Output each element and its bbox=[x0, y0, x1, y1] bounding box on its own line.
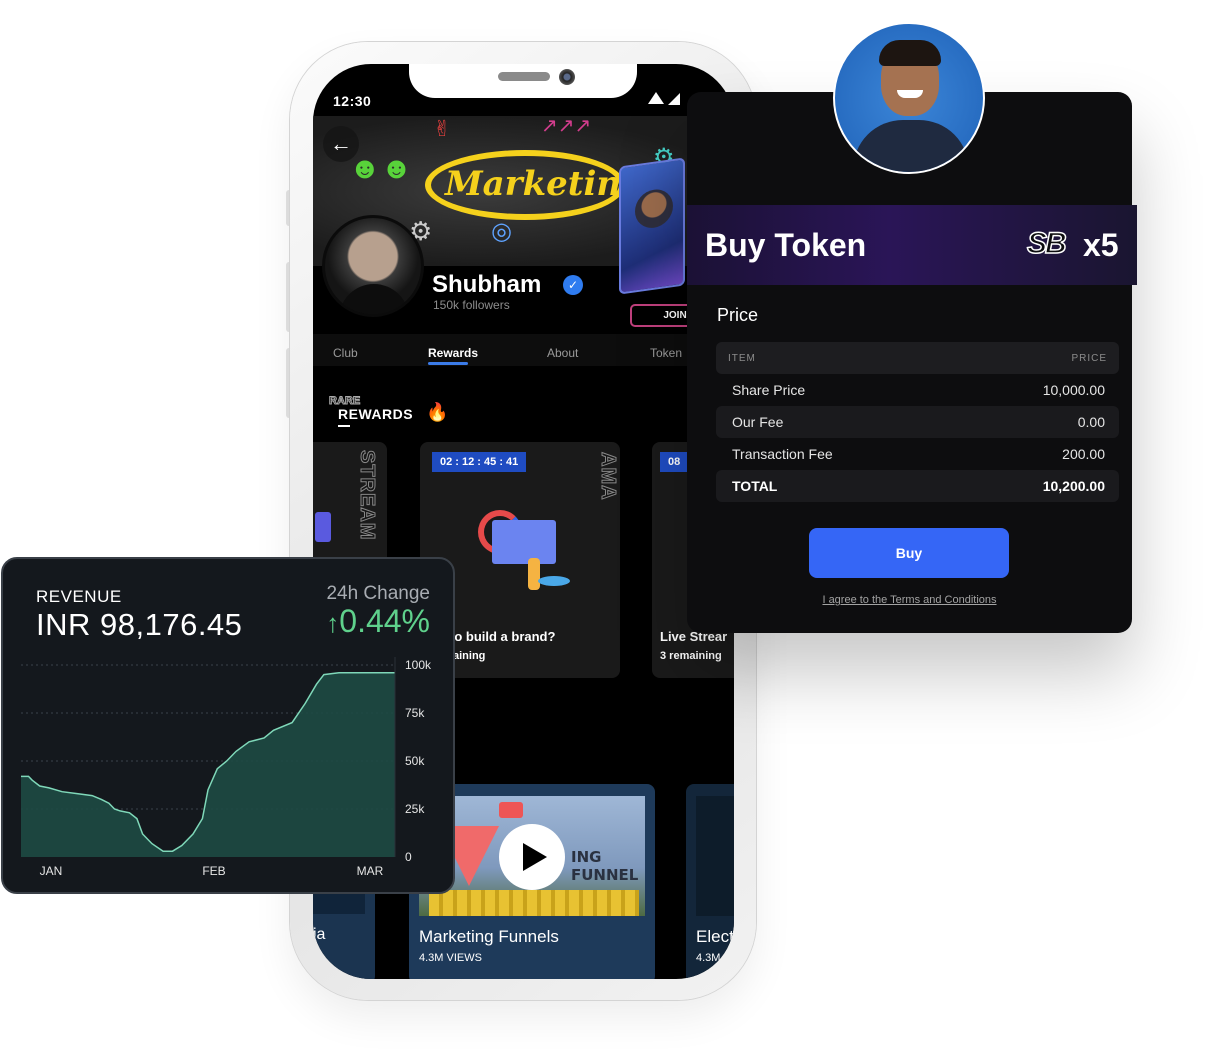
price-heading: Price bbox=[717, 305, 759, 325]
countdown-timer: 02 : 12 : 45 : 41 bbox=[432, 452, 527, 472]
y-tick-label: 0 bbox=[405, 850, 412, 864]
profile-tabs: Club Rewards About Token bbox=[313, 334, 734, 366]
row-item: Transaction Fee bbox=[732, 446, 833, 462]
rare-label-text: RARE bbox=[328, 395, 361, 407]
tab-rewards[interactable]: Rewards bbox=[428, 346, 478, 360]
video-views: 4.3M VIEWS bbox=[419, 952, 482, 964]
verified-badge-icon: ✓ bbox=[563, 275, 583, 295]
back-arrow-button[interactable]: ← bbox=[323, 126, 359, 162]
ama-illustration bbox=[478, 510, 574, 600]
y-tick-label: 50k bbox=[405, 754, 425, 768]
reward-card-remaining: aining bbox=[453, 650, 486, 662]
token-quantity: x5 bbox=[1083, 227, 1119, 263]
wifi-icon bbox=[668, 93, 680, 105]
status-time: 12:30 bbox=[333, 93, 372, 109]
target-doodle-icon: ◎ bbox=[491, 218, 512, 245]
total-label: TOTAL bbox=[732, 478, 778, 494]
row-price: 0.00 bbox=[1077, 414, 1105, 430]
y-tick-label: 100k bbox=[405, 658, 432, 672]
reward-card-title: to build a brand? bbox=[450, 629, 556, 644]
illustration-figure bbox=[528, 558, 540, 590]
rewards-heading: REWARDS bbox=[338, 406, 414, 427]
buy-button[interactable]: Buy bbox=[809, 528, 1009, 578]
avatar-body bbox=[853, 120, 969, 172]
fire-icon: 🔥 bbox=[426, 402, 449, 422]
illustration-desk bbox=[538, 576, 570, 586]
total-price: 10,200.00 bbox=[1042, 478, 1105, 494]
profile-name: Shubham bbox=[432, 271, 542, 298]
y-tick-label: 75k bbox=[405, 706, 425, 720]
terms-link[interactable]: I agree to the Terms and Conditions bbox=[687, 594, 1132, 606]
avatar-hair bbox=[879, 40, 941, 66]
column-item: ITEM bbox=[728, 352, 756, 364]
profile-avatar[interactable] bbox=[322, 215, 424, 317]
series-area bbox=[21, 672, 395, 857]
phone-notch bbox=[409, 64, 637, 98]
rare-label: RARE bbox=[328, 395, 361, 407]
price-table: ITEM PRICE Share Price 10,000.00 Our Fee… bbox=[716, 342, 1119, 502]
x-tick-label: JAN bbox=[40, 864, 63, 878]
video-views: 4.3M bbox=[696, 952, 721, 964]
illustration-board bbox=[492, 520, 556, 564]
table-row: Our Fee 0.00 bbox=[716, 406, 1119, 438]
revenue-card: REVENUE INR 98,176.45 24h Change ↑0.44% … bbox=[1, 557, 455, 894]
follower-count: 150k followers bbox=[433, 298, 510, 312]
tab-club[interactable]: Club bbox=[333, 346, 358, 360]
play-icon bbox=[523, 843, 547, 871]
signal-icon bbox=[648, 92, 664, 104]
row-item: Our Fee bbox=[732, 414, 784, 430]
thumbnail-text: ING FUNNEL bbox=[571, 848, 639, 884]
card-type-label: STREAM bbox=[356, 449, 379, 541]
card-type-label: AMA bbox=[597, 452, 620, 502]
coins-pile bbox=[429, 890, 639, 916]
buyer-avatar bbox=[833, 22, 985, 174]
reward-card-remaining: 3 remaining bbox=[660, 650, 722, 662]
y-tick-label: 25k bbox=[405, 802, 425, 816]
back-arrow-icon: ← bbox=[330, 131, 352, 156]
active-tab-indicator bbox=[428, 362, 468, 365]
column-price: PRICE bbox=[1071, 352, 1107, 364]
megaphone-icon bbox=[499, 802, 523, 818]
hand-doodle-icon: ✌ bbox=[433, 116, 452, 141]
countdown-timer: 08 bbox=[660, 452, 689, 472]
play-button[interactable] bbox=[499, 824, 565, 890]
front-camera bbox=[559, 69, 575, 85]
video-thumb bbox=[696, 796, 734, 916]
people-doodle-icon: ☻☻ bbox=[349, 152, 413, 185]
revenue-chart: 100k 75k 50k 25k 0 JAN FEB MAR bbox=[21, 657, 432, 878]
table-row: Transaction Fee 200.00 bbox=[716, 438, 1119, 470]
avatar-shoulders bbox=[339, 284, 409, 314]
tab-token[interactable]: Token bbox=[650, 346, 682, 360]
price-table-header: ITEM PRICE bbox=[716, 342, 1119, 374]
x-tick-label: MAR bbox=[357, 864, 384, 878]
video-title: Marketing Funnels bbox=[419, 927, 559, 946]
video-title: ia bbox=[313, 926, 326, 943]
video-card-right[interactable]: Elect 4.3M bbox=[686, 784, 734, 979]
sb-logo: SB bbox=[1026, 226, 1067, 261]
total-row: TOTAL 10,200.00 bbox=[716, 470, 1119, 502]
stream-thumb bbox=[315, 512, 331, 542]
buy-token-title: Buy Token bbox=[705, 227, 867, 263]
buy-token-header: Buy Token SB x5 bbox=[687, 205, 1137, 285]
row-item: Share Price bbox=[732, 382, 806, 398]
token-portrait bbox=[635, 187, 673, 231]
chart-doodle-icon: ↗↗↗ bbox=[541, 116, 592, 137]
tab-about[interactable]: About bbox=[547, 346, 578, 360]
video-title: Elect bbox=[696, 927, 734, 946]
avatar-smile bbox=[897, 90, 923, 98]
banner-title: Marketing bbox=[445, 164, 645, 204]
creator-token-card bbox=[619, 157, 685, 295]
row-price: 10,000.00 bbox=[1042, 382, 1105, 398]
speaker-grille bbox=[498, 72, 550, 81]
row-price: 200.00 bbox=[1062, 446, 1105, 462]
table-row: Share Price 10,000.00 bbox=[716, 374, 1119, 406]
x-tick-label: FEB bbox=[202, 864, 225, 878]
